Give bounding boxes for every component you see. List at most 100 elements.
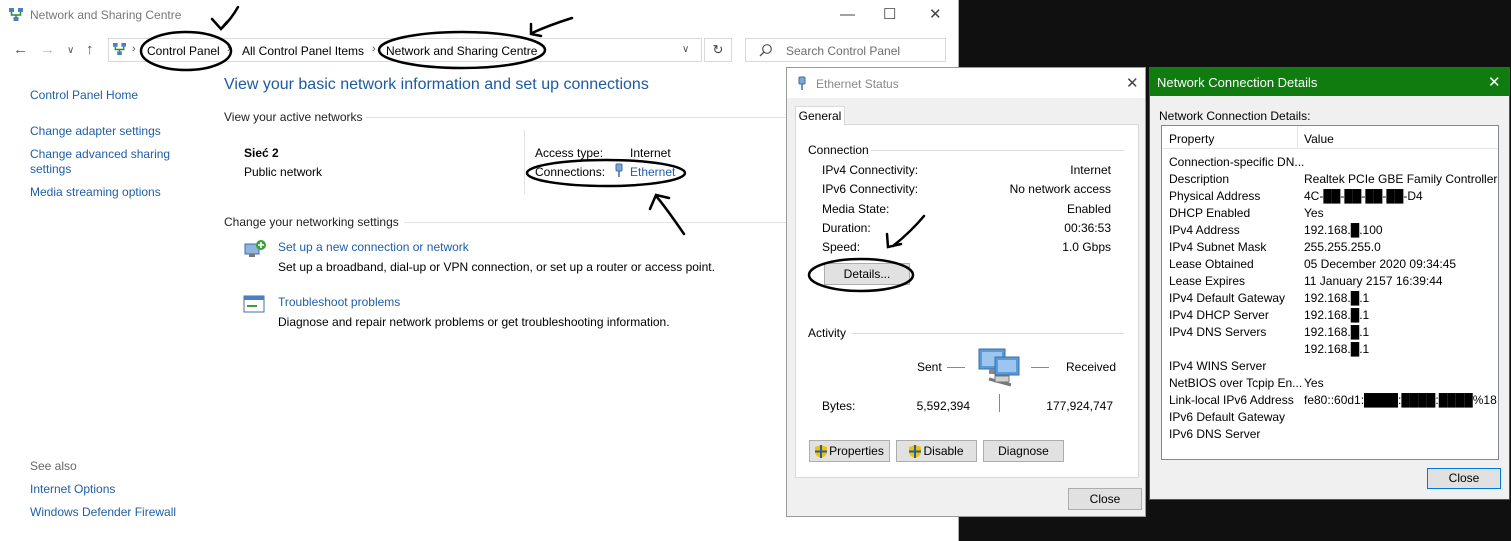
access-type-label: Access type: [535,146,604,160]
search-icon [759,43,773,57]
details-row-property[interactable]: IPv4 Subnet Mask [1169,240,1266,254]
close-icon[interactable]: ✕ [1488,73,1501,91]
address-dropdown-chevron-icon[interactable]: ∨ [682,44,689,55]
details-button[interactable]: Details... [824,263,910,285]
ethernet-plug-icon [797,76,807,91]
up-arrow-icon[interactable]: ↑ [86,41,94,58]
details-row-value[interactable]: 11 January 2157 16:39:44 [1304,274,1443,288]
details-row-value[interactable]: 192.168.█.100 [1304,223,1383,237]
ipv6-connectivity-value: No network access [1009,182,1111,196]
column-header-property[interactable]: Property [1169,132,1214,146]
details-list-header: Property Value [1162,126,1498,149]
minimize-icon[interactable]: — [840,6,855,23]
details-row-property[interactable]: IPv4 Address [1169,223,1240,237]
details-row-value[interactable]: Realtek PCIe GBE Family Controller [1304,172,1497,186]
details-row-property[interactable]: DHCP Enabled [1169,206,1250,220]
details-row-property[interactable]: Physical Address [1169,189,1260,203]
connection-group-label: Connection [808,143,869,157]
duration-label: Duration: [822,221,871,235]
details-row-value[interactable]: 192.168.█.1 [1304,291,1369,305]
close-button[interactable]: Close [1068,488,1142,510]
details-row-value[interactable]: 192.168.█.1 [1304,325,1369,339]
recent-pages-chevron-icon[interactable]: ∨ [67,45,74,56]
task-troubleshoot-desc: Diagnose and repair network problems or … [278,315,670,329]
disable-label: Disable [923,444,964,458]
details-row-property[interactable]: IPv4 DHCP Server [1169,308,1269,322]
uac-shield-icon [909,445,922,459]
connections-label: Connections: [535,165,606,179]
section-divider [404,222,786,223]
details-row-value[interactable]: fe80::60d1:████:████:████%18 [1304,393,1497,407]
details-row-property[interactable]: IPv4 DNS Servers [1169,325,1266,339]
troubleshoot-icon [243,294,267,316]
column-header-value[interactable]: Value [1304,132,1334,146]
dialog-titlebar: Ethernet Status ✕ [787,68,1145,98]
forward-arrow-icon[interactable]: → [40,41,55,58]
details-list[interactable]: Property Value Connection-specific DN...… [1161,125,1499,460]
breadcrumb-all-items[interactable]: All Control Panel Items [242,44,364,58]
section-divider [366,117,786,118]
network-info-divider [524,130,525,194]
details-row-property[interactable]: Description [1169,172,1229,186]
details-row-value[interactable]: Yes [1304,376,1324,390]
uac-shield-icon [815,445,828,459]
disable-button[interactable]: Disable [896,440,977,462]
details-row-value[interactable]: 05 December 2020 09:34:45 [1304,257,1456,271]
see-also-internet-options[interactable]: Internet Options [30,482,115,496]
details-row-value[interactable]: 192.168.█.1 [1304,308,1369,322]
details-row-property[interactable]: IPv4 WINS Server [1169,359,1266,373]
sidebar-control-panel-home[interactable]: Control Panel Home [30,88,138,102]
details-row-property[interactable]: IPv4 Default Gateway [1169,291,1285,305]
search-input[interactable]: Search Control Panel [745,38,946,62]
task-troubleshoot-link[interactable]: Troubleshoot problems [278,295,400,309]
dialog-title: Network Connection Details [1157,75,1318,90]
active-networks-heading: View your active networks [224,110,363,124]
close-button[interactable]: Close [1427,468,1501,489]
breadcrumb-separator-icon: › [372,43,376,55]
speed-label: Speed: [822,240,861,254]
details-row-value[interactable]: 255.255.255.0 [1304,240,1381,254]
properties-button[interactable]: Properties [809,440,890,462]
group-divider [851,333,1124,334]
details-row-property[interactable]: IPv6 Default Gateway [1169,410,1285,424]
details-row-property[interactable]: Connection-specific DN... [1169,155,1304,169]
sidebar-item-media-streaming[interactable]: Media streaming options [30,185,161,199]
column-divider[interactable] [1297,126,1298,148]
new-connection-icon [243,238,267,262]
breadcrumb-network-centre[interactable]: Network and Sharing Centre [386,44,537,58]
sent-label: Sent [917,360,942,374]
details-row-property[interactable]: NetBIOS over Tcpip En... [1169,376,1302,390]
page-title: View your basic network information and … [224,76,649,93]
ethernet-status-dialog: Ethernet Status ✕ General Connection IPv… [786,67,1146,517]
details-row-property[interactable]: Link-local IPv6 Address [1169,393,1294,407]
details-row-value[interactable]: Yes [1304,206,1324,220]
close-icon[interactable]: ✕ [1126,74,1139,92]
see-also-windows-firewall[interactable]: Windows Defender Firewall [30,505,176,519]
sidebar-item-advanced-sharing[interactable]: Change advanced sharing settings [30,147,190,177]
media-state-label: Media State: [822,202,890,216]
see-also-heading: See also [30,459,77,473]
breadcrumb-control-panel[interactable]: Control Panel [147,44,220,58]
task-new-connection-link[interactable]: Set up a new connection or network [278,240,469,254]
tab-general[interactable]: General [795,106,845,126]
details-row-value[interactable]: 4C-██-██-██-██-D4 [1304,189,1423,203]
network-category[interactable]: Public network [244,165,322,179]
refresh-icon[interactable]: ↻ [704,38,732,62]
ethernet-connection-link[interactable]: Ethernet [630,165,675,179]
details-row-value[interactable]: 192.168.█.1 [1304,342,1369,356]
details-row-property[interactable]: IPv6 DNS Server [1169,427,1260,441]
dialog-titlebar: Network Connection Details ✕ [1150,68,1509,96]
dialog-title: Ethernet Status [816,77,899,91]
close-icon[interactable]: ✕ [929,5,942,23]
received-line [1031,367,1049,368]
speed-value: 1.0 Gbps [1062,240,1111,254]
details-row-property[interactable]: Lease Obtained [1169,257,1254,271]
ethernet-plug-icon [614,163,624,178]
bytes-sent-value: 5,592,394 [916,399,970,413]
bytes-divider [999,394,1000,412]
maximize-icon[interactable]: ☐ [883,5,896,23]
sidebar-item-change-adapter[interactable]: Change adapter settings [30,124,161,138]
details-row-property[interactable]: Lease Expires [1169,274,1245,288]
diagnose-button[interactable]: Diagnose [983,440,1064,462]
back-arrow-icon[interactable]: ← [13,41,28,58]
